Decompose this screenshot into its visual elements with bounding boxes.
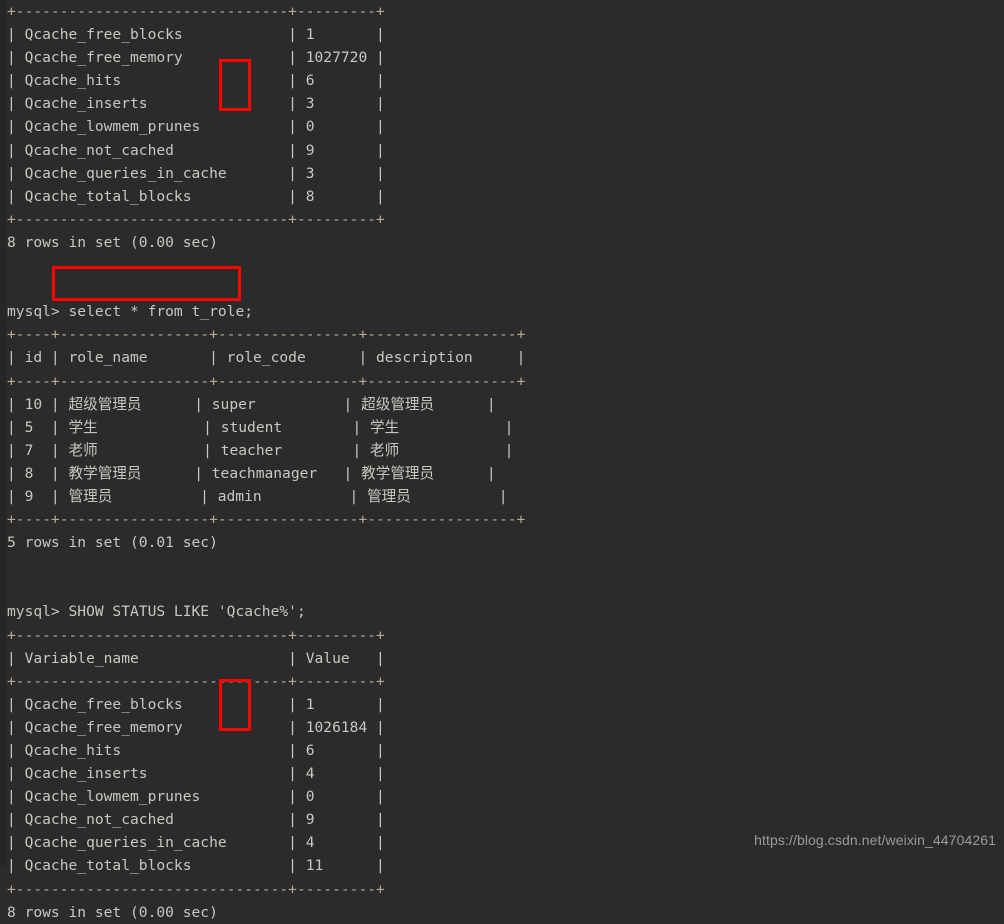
terminal-line: | id | role_name | role_code | descripti… <box>7 349 526 367</box>
terminal-line: +-------------------------------+-------… <box>7 3 385 20</box>
terminal-line: | Qcache_total_blocks | 8 | <box>7 187 385 205</box>
terminal-line: +-------------------------------+-------… <box>7 210 385 228</box>
terminal-line: | Qcache_not_cached | 9 | <box>7 141 385 159</box>
terminal-line: | Qcache_free_blocks | 1 | <box>7 26 385 44</box>
terminal-line: +-------------------------------+-------… <box>7 880 385 898</box>
terminal-line: | 10 | 超级管理员 | super | 超级管理员 | <box>7 395 496 413</box>
terminal-line: 8 rows in set (0.00 sec) <box>7 233 218 251</box>
terminal-line: | 7 | 老师 | teacher | 老师 | <box>7 441 514 459</box>
terminal-line: +----+-----------------+----------------… <box>7 372 526 390</box>
mysql-terminal-output[interactable]: +-------------------------------+-------… <box>0 0 1004 921</box>
terminal-line: | Qcache_free_memory | 1027720 | <box>7 49 385 67</box>
terminal-line: +----+-----------------+----------------… <box>7 326 526 344</box>
terminal-line: | Qcache_inserts | 4 | <box>7 765 385 783</box>
terminal-line: 5 rows in set (0.01 sec) <box>7 534 218 552</box>
terminal-line: | Qcache_free_blocks | 1 | <box>7 695 385 713</box>
terminal-line: | Qcache_lowmem_prunes | 0 | <box>7 118 385 136</box>
terminal-line: | Qcache_free_memory | 1026184 | <box>7 718 385 736</box>
terminal-line: | 5 | 学生 | student | 学生 | <box>7 418 514 436</box>
terminal-line: 8 rows in set (0.00 sec) <box>7 903 218 921</box>
terminal-line: | 8 | 教学管理员 | teachmanager | 教学管理员 | <box>7 464 496 482</box>
terminal-line: | Qcache_inserts | 3 | <box>7 95 385 113</box>
terminal-line: +-------------------------------+-------… <box>7 626 385 644</box>
terminal-line: | Qcache_queries_in_cache | 3 | <box>7 164 385 182</box>
terminal-line: +-------------------------------+-------… <box>7 672 385 690</box>
terminal-line: +----+-----------------+----------------… <box>7 511 526 529</box>
terminal-line: | Qcache_hits | 6 | <box>7 72 385 90</box>
terminal-line: | Qcache_hits | 6 | <box>7 742 385 759</box>
csdn-blog-watermark: https://blog.csdn.net/weixin_44704261 <box>754 832 996 848</box>
terminal-line: | Qcache_lowmem_prunes | 0 | <box>7 788 385 806</box>
terminal-line: | Qcache_total_blocks | 11 | <box>7 857 385 875</box>
terminal-line: | Variable_name | Value | <box>7 649 385 667</box>
terminal-line: mysql> select * from t_role; <box>7 303 254 321</box>
terminal-line: | Qcache_not_cached | 9 | <box>7 811 385 829</box>
terminal-line: mysql> SHOW STATUS LIKE 'Qcache%'; <box>7 603 306 621</box>
terminal-line: | 9 | 管理员 | admin | 管理员 | <box>7 487 508 505</box>
